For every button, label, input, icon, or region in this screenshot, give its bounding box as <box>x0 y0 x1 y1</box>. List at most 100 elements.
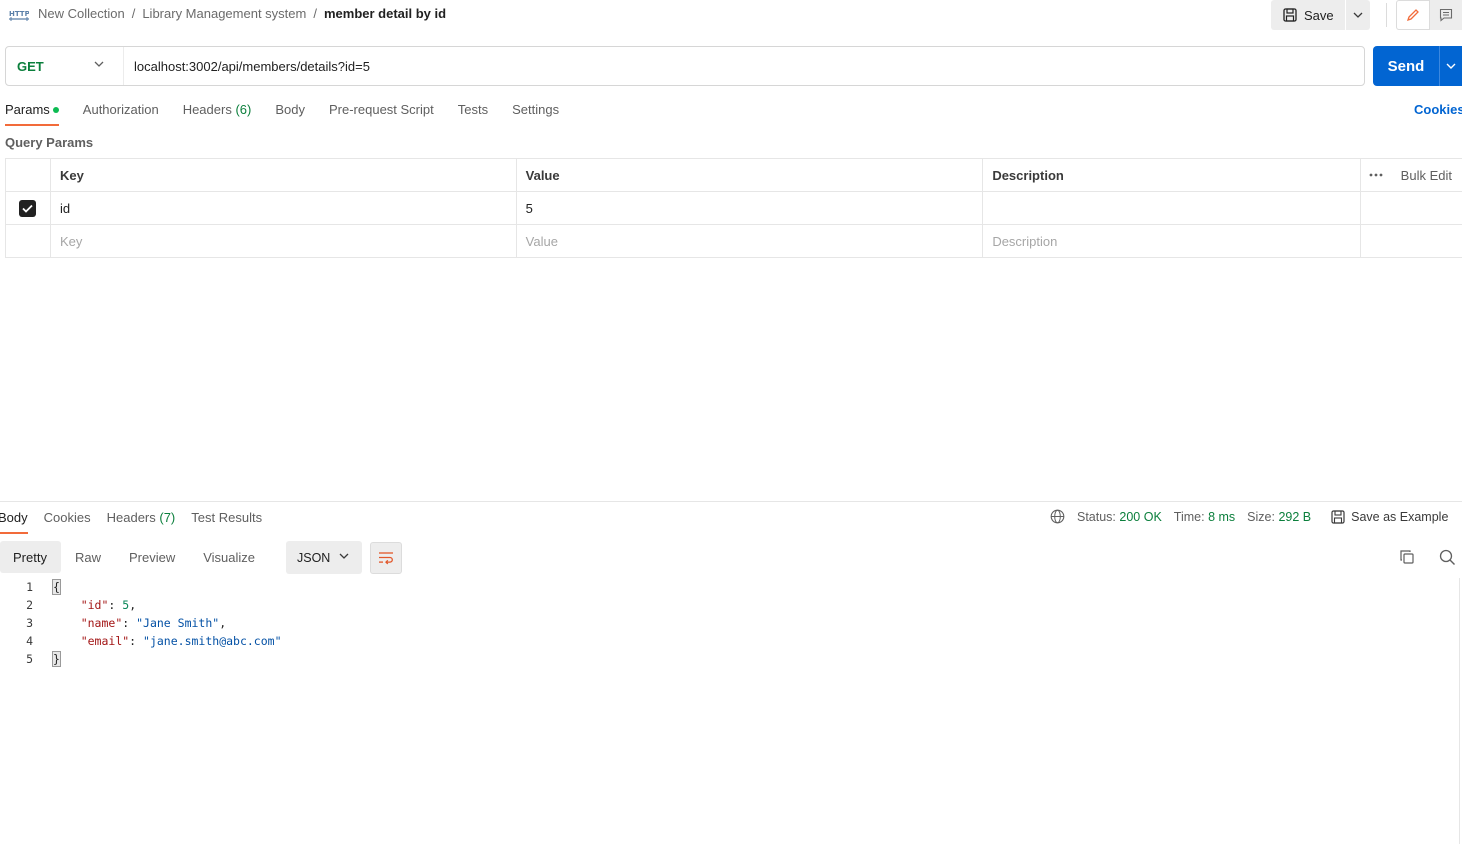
table-row: id 5 <box>6 192 1462 225</box>
bulk-edit-link[interactable]: Bulk Edit <box>1401 168 1452 183</box>
line-number: 3 <box>26 616 33 630</box>
send-label: Send <box>1387 57 1425 75</box>
response-tab-test-results[interactable]: Test Results <box>191 510 262 534</box>
format-label: JSON <box>297 550 331 565</box>
new-param-key-input[interactable]: Key <box>51 225 517 257</box>
globe-icon[interactable] <box>1050 509 1065 524</box>
json-value-id: 5 <box>122 598 130 612</box>
tab-settings-label: Settings <box>512 102 560 117</box>
status-readout[interactable]: Status: 200 OK <box>1077 510 1162 524</box>
breadcrumb-separator: / <box>313 6 317 21</box>
response-tab-headers-count: (7) <box>159 510 176 525</box>
comments-button[interactable] <box>1430 0 1462 30</box>
chevron-down-icon <box>339 553 349 559</box>
response-tab-headers[interactable]: Headers (7) <box>107 510 176 534</box>
save-label: Save <box>1304 7 1334 23</box>
search-icon[interactable] <box>1439 549 1456 566</box>
save-icon <box>1283 8 1297 22</box>
tab-authorization-label: Authorization <box>82 102 159 117</box>
edit-button[interactable] <box>1396 0 1430 30</box>
param-checkbox-cell <box>6 192 51 224</box>
param-key-cell[interactable]: id <box>51 192 517 224</box>
breadcrumb: New Collection / Library Management syst… <box>38 6 446 21</box>
response-tab-body[interactable]: Body <box>0 510 28 534</box>
method-label: GET <box>17 58 44 74</box>
time-label: Time: <box>1173 510 1205 524</box>
new-param-description-input[interactable]: Description <box>983 225 1362 257</box>
param-value-cell[interactable]: 5 <box>517 192 984 224</box>
save-options-button[interactable] <box>1346 0 1370 30</box>
time-value: 8 ms <box>1208 510 1236 524</box>
line-number: 1 <box>26 580 33 594</box>
view-tab-visualize[interactable]: Visualize <box>189 541 269 573</box>
save-as-example-label: Save as Example <box>1351 510 1449 524</box>
view-tab-preview[interactable]: Preview <box>115 541 189 573</box>
json-close-brace: } <box>52 651 61 667</box>
chevron-down-icon <box>1446 63 1456 69</box>
response-body-editor[interactable]: 1 { 2 "id": 5, 3 "name": "Jane Smith", 4… <box>0 578 282 668</box>
json-value-name: "Jane Smith" <box>136 616 220 630</box>
save-button[interactable]: Save <box>1271 0 1345 30</box>
http-icon: HTTP <box>9 10 29 21</box>
wrap-lines-icon <box>379 552 393 565</box>
format-select[interactable]: JSON <box>286 541 362 574</box>
json-key-email: "email" <box>80 634 130 648</box>
more-options-icon[interactable] <box>1369 173 1383 177</box>
view-tab-pretty[interactable]: Pretty <box>0 541 61 573</box>
toolbar-divider <box>1386 3 1387 27</box>
tab-params[interactable]: Params <box>5 102 59 126</box>
view-tab-raw[interactable]: Raw <box>61 541 115 573</box>
response-tabs: Body Cookies Headers (7) Test Results <box>0 510 278 534</box>
param-extra-cell <box>1361 192 1462 224</box>
copy-icon[interactable] <box>1399 549 1415 565</box>
editor-right-border <box>1459 578 1460 844</box>
breadcrumb-collection[interactable]: New Collection <box>38 6 125 21</box>
size-readout[interactable]: Size: 292 B <box>1247 510 1311 524</box>
response-tab-headers-label: Headers <box>106 510 156 525</box>
param-enabled-checkbox[interactable] <box>19 199 37 217</box>
query-params-table: Key Value Description Bulk Edit id 5 Key… <box>5 158 1462 258</box>
wrap-lines-button[interactable] <box>370 542 402 574</box>
json-key-name: "name" <box>80 616 123 630</box>
breadcrumb-folder[interactable]: Library Management system <box>142 6 306 21</box>
tab-headers[interactable]: Headers (6) <box>183 102 252 126</box>
tab-pre-request-script[interactable]: Pre-request Script <box>329 102 434 126</box>
json-key-id: "id" <box>80 598 109 612</box>
code-line: 2 "id": 5, <box>0 596 282 614</box>
time-readout[interactable]: Time: 8 ms <box>1174 510 1235 524</box>
param-description-cell[interactable] <box>983 192 1362 224</box>
json-value-email: "jane.smith@abc.com" <box>143 634 282 648</box>
size-value: 292 B <box>1278 510 1312 524</box>
code-line: 3 "name": "Jane Smith", <box>0 614 282 632</box>
table-row-new: Key Value Description <box>6 225 1462 258</box>
line-number: 5 <box>26 652 33 666</box>
tab-body-label: Body <box>275 102 305 117</box>
chevron-down-icon <box>1353 12 1363 18</box>
response-divider[interactable] <box>0 501 1462 502</box>
tab-settings[interactable]: Settings <box>512 102 559 126</box>
response-tab-cookies[interactable]: Cookies <box>44 510 91 534</box>
save-as-example-button[interactable]: Save as Example <box>1331 510 1448 524</box>
method-select[interactable]: GET <box>6 47 124 85</box>
url-bar: GET <box>5 46 1365 86</box>
status-label: Status: <box>1077 510 1116 524</box>
url-input[interactable] <box>124 47 1364 85</box>
new-param-value-input[interactable]: Value <box>517 225 984 257</box>
request-tabs: Params Authorization Headers (6) Body Pr… <box>5 102 583 126</box>
tab-headers-label: Headers <box>182 102 232 117</box>
new-param-checkbox-cell <box>6 225 51 257</box>
code-line: 1 { <box>0 578 282 596</box>
cookies-link[interactable]: Cookies <box>1414 102 1462 117</box>
send-options-button[interactable] <box>1439 46 1462 86</box>
query-params-title: Query Params <box>5 135 94 150</box>
tab-pre-request-script-label: Pre-request Script <box>328 102 434 117</box>
table-actions: Bulk Edit <box>1361 159 1462 191</box>
send-button[interactable]: Send <box>1373 46 1439 86</box>
params-indicator-dot <box>52 107 59 113</box>
tab-tests[interactable]: Tests <box>458 102 488 126</box>
tab-authorization[interactable]: Authorization <box>83 102 159 126</box>
size-label: Size: <box>1247 510 1275 524</box>
svg-text:HTTP: HTTP <box>9 10 29 18</box>
request-name[interactable]: member detail by id <box>324 6 446 21</box>
tab-body[interactable]: Body <box>275 102 305 126</box>
